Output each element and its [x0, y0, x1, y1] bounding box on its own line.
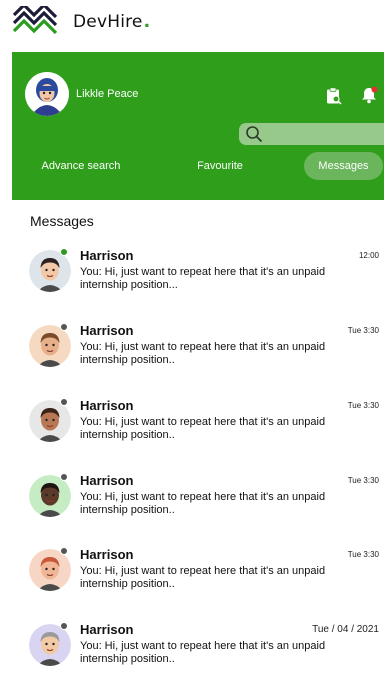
messages-title: Messages [30, 213, 94, 229]
message-time: Tue / 04 / 2021 [312, 624, 379, 635]
message-preview: You: Hi, just want to repeat here that i… [80, 416, 326, 441]
app-header: DevHire. [0, 0, 384, 52]
contact-name: Harrison [80, 547, 134, 562]
tab-advance-search[interactable]: Advance search [22, 152, 140, 180]
message-preview: You: Hi, just want to repeat here that i… [80, 491, 326, 516]
message-time: Tue 3:30 [347, 401, 379, 410]
message-time: 12:00 [358, 251, 379, 260]
contact-avatar-icon [29, 549, 71, 591]
message-preview: You: Hi, just want to repeat here that i… [80, 266, 326, 291]
contact-avatar-icon [29, 475, 71, 517]
devhire-logo-icon [12, 6, 58, 35]
message-preview: You: Hi, just want to repeat here that i… [80, 640, 326, 665]
message-preview: You: Hi, just want to repeat here that i… [80, 341, 326, 366]
user-avatar[interactable] [25, 72, 69, 116]
search-bar[interactable] [239, 123, 384, 145]
brand-dot: . [143, 12, 151, 32]
message-time: Tue 3:30 [347, 550, 379, 559]
brand-text: DevHire [73, 12, 143, 32]
bell-notification-icon[interactable] [360, 86, 378, 104]
message-item[interactable]: Harrison Tue 3:30 You: Hi, just want to re… [0, 398, 384, 458]
contact-name: Harrison [80, 398, 134, 413]
brand-name: DevHire. [73, 12, 150, 32]
contact-name: Harrison [80, 473, 134, 488]
message-time: Tue 3:30 [347, 326, 379, 335]
tab-favourite[interactable]: Favourite [180, 152, 260, 180]
status-indicator [60, 398, 68, 406]
contact-avatar-icon [29, 400, 71, 442]
tab-messages[interactable]: Messages [304, 152, 383, 180]
search-icon [246, 126, 263, 143]
contact-name: Harrison [80, 622, 134, 637]
status-indicator [60, 622, 68, 630]
message-item[interactable]: Harrison Tue / 04 / 2021 You: Hi, just wan… [0, 622, 384, 682]
status-indicator [60, 473, 68, 481]
contact-avatar-icon [29, 624, 71, 666]
message-preview: You: Hi, just want to repeat here that i… [80, 565, 326, 590]
message-item[interactable]: Harrison Tue 3:30 You: Hi, just want to re… [0, 547, 384, 607]
search-input[interactable] [267, 125, 379, 143]
contact-avatar[interactable] [29, 549, 71, 591]
status-indicator [60, 323, 68, 331]
user-name: Likkle Peace [76, 88, 139, 100]
contact-avatar[interactable] [29, 624, 71, 666]
message-time: Tue 3:30 [347, 476, 379, 485]
status-indicator [60, 547, 68, 555]
contact-name: Harrison [80, 248, 134, 263]
contact-avatar[interactable] [29, 325, 71, 367]
contact-avatar[interactable] [29, 475, 71, 517]
status-indicator [60, 248, 68, 256]
contact-avatar-icon [29, 250, 71, 292]
profile-panel: Likkle Peace Advance search Favourite Me… [12, 52, 384, 200]
clipboard-search-icon[interactable] [326, 87, 342, 105]
contact-avatar-icon [29, 325, 71, 367]
message-item[interactable]: Harrison Tue 3:30 You: Hi, just want to re… [0, 323, 384, 383]
user-avatar-icon [25, 72, 69, 116]
contact-avatar[interactable] [29, 400, 71, 442]
message-item[interactable]: Harrison 12:00 You: Hi, just want to repea… [0, 248, 384, 308]
message-item[interactable]: Harrison Tue 3:30 You: Hi, just want to re… [0, 473, 384, 533]
contact-avatar[interactable] [29, 250, 71, 292]
contact-name: Harrison [80, 323, 134, 338]
